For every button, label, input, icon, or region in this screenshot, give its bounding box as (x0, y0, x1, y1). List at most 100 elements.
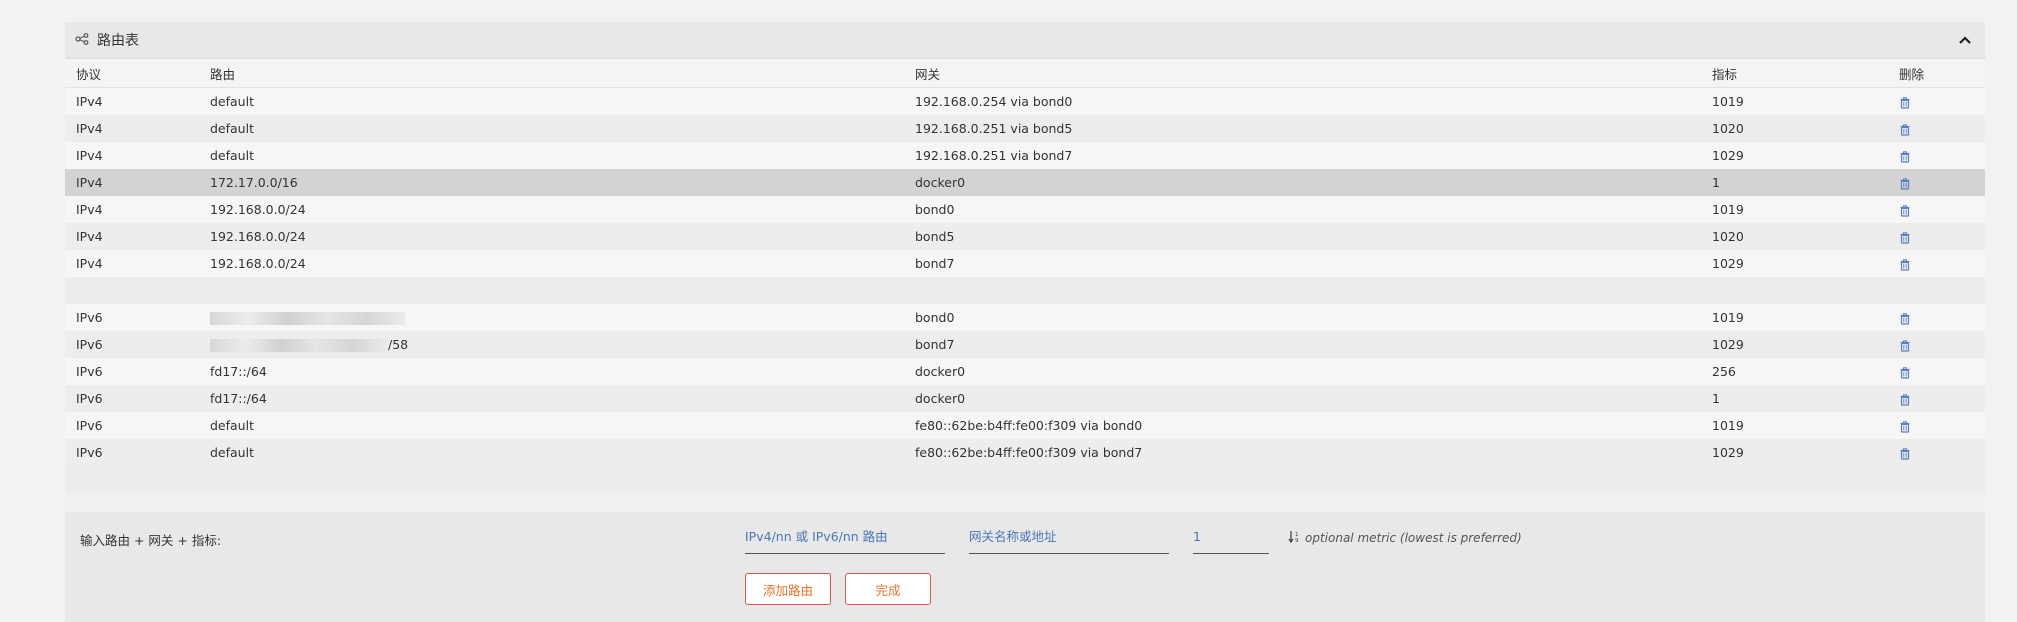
table-row: IPv6 fd17::/64 docker0 256 (65, 358, 1985, 385)
metric-cell: 1029 (1701, 250, 1883, 277)
metric-hint: 19 optional metric (lowest is preferred) (1288, 530, 1522, 546)
gateway-field[interactable] (969, 520, 1169, 554)
share-nodes-icon (75, 32, 89, 48)
gateway-cell: fe80::62be:b4ff:fe00:f309 via bond0 (904, 412, 1701, 439)
route-cell: fd17::/64 (199, 358, 904, 385)
add-route-form: 输入路由 + 网关 + 指标: 19 optional metric (lowe… (65, 512, 1985, 622)
route-cell: 192.168.0.0/24 (199, 250, 904, 277)
trash-icon[interactable] (1899, 94, 1911, 109)
gateway-cell: fe80::62be:b4ff:fe00:f309 via bond7 (904, 439, 1701, 466)
redacted-block (210, 312, 405, 325)
table-row: IPv4 default 192.168.0.251 via bond7 1029 (65, 142, 1985, 169)
delete-cell (1883, 385, 1985, 412)
gateway-cell: bond7 (904, 250, 1701, 277)
route-cell: default (199, 142, 904, 169)
route-value: default (210, 418, 254, 433)
route-cell: fd17::/64 (199, 385, 904, 412)
route-cell: default (199, 412, 904, 439)
trash-icon[interactable] (1899, 310, 1911, 325)
gateway-cell: bond0 (904, 196, 1701, 223)
metric-cell: 1029 (1701, 439, 1883, 466)
table-row: IPv6 fd17::/64 docker0 1 (65, 385, 1985, 412)
header-route[interactable]: 路由 (199, 59, 904, 88)
delete-cell (1883, 115, 1985, 142)
route-field[interactable] (745, 520, 945, 554)
chevron-up-icon[interactable] (1955, 30, 1975, 50)
trash-icon[interactable] (1899, 229, 1911, 244)
trash-icon[interactable] (1899, 391, 1911, 406)
trash-icon[interactable] (1899, 121, 1911, 136)
add-route-button[interactable]: 添加路由 (745, 573, 831, 605)
done-button[interactable]: 完成 (845, 573, 931, 605)
metric-cell: 1 (1701, 385, 1883, 412)
panel-header: 路由表 (65, 22, 1985, 59)
delete-cell (1883, 169, 1985, 196)
gateway-input[interactable] (969, 520, 1169, 552)
route-value: fd17::/64 (210, 391, 267, 406)
metric-cell: 1020 (1701, 115, 1883, 142)
protocol-cell: IPv4 (65, 87, 199, 115)
table-row: IPv6/58 bond7 1029 (65, 331, 1985, 358)
protocol-cell: IPv4 (65, 115, 199, 142)
route-value: default (210, 148, 254, 163)
route-cell: 172.17.0.0/16 (199, 169, 904, 196)
protocol-cell: IPv4 (65, 223, 199, 250)
delete-cell (1883, 223, 1985, 250)
delete-cell (1883, 304, 1985, 331)
table-row: IPv4 default 192.168.0.254 via bond0 1019 (65, 87, 1985, 115)
route-input[interactable] (745, 520, 945, 552)
route-value: default (210, 94, 254, 109)
protocol-cell: IPv6 (65, 331, 199, 358)
trash-icon[interactable] (1899, 364, 1911, 379)
route-cell: default (199, 87, 904, 115)
form-label: 输入路由 + 网关 + 指标: (80, 533, 222, 548)
header-gateway[interactable]: 网关 (904, 59, 1701, 88)
table-row: IPv4 192.168.0.0/24 bond5 1020 (65, 223, 1985, 250)
table-row: IPv4 192.168.0.0/24 bond0 1019 (65, 196, 1985, 223)
route-cell: 192.168.0.0/24 (199, 223, 904, 250)
header-protocol[interactable]: 协议 (65, 59, 199, 88)
trash-icon[interactable] (1899, 256, 1911, 271)
route-cell (199, 304, 904, 331)
table-row: IPv6 default fe80::62be:b4ff:fe00:f309 via… (65, 412, 1985, 439)
delete-cell (1883, 412, 1985, 439)
metric-cell: 256 (1701, 358, 1883, 385)
metric-field[interactable] (1193, 520, 1269, 554)
metric-cell: 1020 (1701, 223, 1883, 250)
trash-icon[interactable] (1899, 202, 1911, 217)
gateway-cell: bond5 (904, 223, 1701, 250)
routes-table: 协议 路由 网关 指标 删除 IPv4 default 192.168.0.254 … (65, 59, 1985, 493)
metric-input[interactable] (1193, 520, 1269, 552)
trash-icon[interactable] (1899, 337, 1911, 352)
trash-icon[interactable] (1899, 445, 1911, 460)
metric-hint-text: optional metric (lowest is preferred) (1305, 531, 1522, 545)
sort-numeric-icon: 19 (1288, 530, 1302, 546)
gateway-cell: docker0 (904, 385, 1701, 412)
table-header-row: 协议 路由 网关 指标 删除 (65, 59, 1985, 88)
trash-icon[interactable] (1899, 175, 1911, 190)
metric-cell: 1019 (1701, 304, 1883, 331)
trash-icon[interactable] (1899, 148, 1911, 163)
redacted-block (210, 339, 388, 352)
delete-cell (1883, 358, 1985, 385)
protocol-cell: IPv4 (65, 142, 199, 169)
svg-text:9: 9 (1295, 538, 1299, 543)
route-cell: default (199, 439, 904, 466)
delete-cell (1883, 439, 1985, 466)
gateway-cell: 192.168.0.251 via bond5 (904, 115, 1701, 142)
delete-cell (1883, 87, 1985, 115)
gateway-cell: 192.168.0.254 via bond0 (904, 87, 1701, 115)
protocol-cell: IPv6 (65, 439, 199, 466)
table-row: IPv6 bond0 1019 (65, 304, 1985, 331)
trash-icon[interactable] (1899, 418, 1911, 433)
table-row: IPv6 default fe80::62be:b4ff:fe00:f309 via… (65, 439, 1985, 466)
route-value: 172.17.0.0/16 (210, 175, 298, 190)
header-delete: 删除 (1883, 59, 1985, 88)
gateway-cell: docker0 (904, 169, 1701, 196)
table-row: IPv4 172.17.0.0/16 docker0 1 (65, 169, 1985, 196)
metric-cell: 1029 (1701, 331, 1883, 358)
route-value: 192.168.0.0/24 (210, 229, 306, 244)
header-metric[interactable]: 指标 (1701, 59, 1883, 88)
gateway-cell: 192.168.0.251 via bond7 (904, 142, 1701, 169)
route-value: default (210, 121, 254, 136)
